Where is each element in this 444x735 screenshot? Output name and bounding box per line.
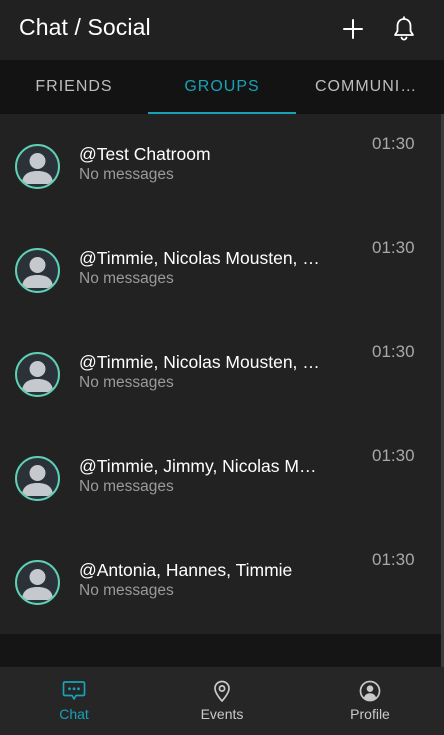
chat-name: @Timmie, Nicolas Mousten, … [79, 248, 320, 268]
user-icon [22, 465, 53, 496]
chat-preview: No messages [79, 166, 174, 183]
avatar [15, 560, 60, 605]
nav-label: Chat [59, 706, 89, 722]
avatar [15, 456, 60, 501]
nav-chat[interactable]: Chat [0, 667, 148, 735]
tab-label: COMMUNITIES [315, 78, 425, 95]
chat-time: 01:30 [372, 342, 415, 361]
chat-list-item[interactable]: @Timmie, Nicolas Mousten, … No messages … [0, 218, 444, 322]
chat-preview: No messages [79, 582, 174, 599]
plus-icon [343, 19, 363, 39]
tab-friends[interactable]: FRIENDS [0, 60, 148, 114]
chat-time: 01:30 [372, 134, 415, 153]
bottom-nav: Chat Events Profile [0, 667, 444, 735]
chat-name: @Antonia, Hannes, Timmie [79, 560, 293, 580]
tab-label: GROUPS [184, 78, 260, 95]
user-icon [22, 361, 53, 392]
app-header: Chat / Social [0, 0, 444, 60]
avatar [15, 248, 60, 293]
avatar [15, 144, 60, 189]
chat-list-item[interactable]: @Test Chatroom No messages 01:30 [0, 114, 444, 218]
nav-label: Profile [350, 706, 390, 722]
nav-label: Events [200, 706, 244, 722]
location-pin-icon [214, 680, 230, 702]
notifications-button[interactable] [387, 12, 421, 46]
tab-communities[interactable]: COMMUNITIES [296, 60, 444, 114]
chat-name: @Test Chatroom [79, 144, 211, 164]
chat-preview: No messages [79, 270, 174, 287]
user-icon [22, 569, 53, 600]
add-button[interactable] [336, 12, 370, 46]
chat-list-item[interactable]: @Timmie, Nicolas Mousten, … No messages … [0, 322, 444, 426]
avatar [15, 352, 60, 397]
nav-profile[interactable]: Profile [296, 667, 444, 735]
chat-list-item[interactable]: @Antonia, Hannes, Timmie No messages 01:… [0, 530, 444, 634]
chat-time: 01:30 [372, 238, 415, 257]
chat-name: @Timmie, Jimmy, Nicolas M… [79, 456, 317, 476]
page-title: Chat / Social [19, 14, 151, 40]
chat-preview: No messages [79, 478, 174, 495]
user-icon [22, 257, 53, 288]
chat-time: 01:30 [372, 446, 415, 465]
chat-preview: No messages [79, 374, 174, 391]
tab-label: FRIENDS [35, 78, 113, 95]
chat-icon [62, 681, 86, 700]
chat-list: @Test Chatroom No messages 01:30 @Timmie… [0, 114, 444, 634]
nav-events[interactable]: Events [148, 667, 296, 735]
tab-bar: FRIENDS GROUPS COMMUNITIES [0, 60, 444, 114]
user-icon [22, 153, 53, 184]
chat-time: 01:30 [372, 550, 415, 569]
chat-name: @Timmie, Nicolas Mousten, … [79, 352, 320, 372]
tab-groups[interactable]: GROUPS [148, 60, 296, 114]
profile-icon [359, 680, 381, 702]
chat-list-item[interactable]: @Timmie, Jimmy, Nicolas M… No messages 0… [0, 426, 444, 530]
list-footer-spacer [0, 634, 441, 667]
bell-icon [394, 16, 414, 41]
